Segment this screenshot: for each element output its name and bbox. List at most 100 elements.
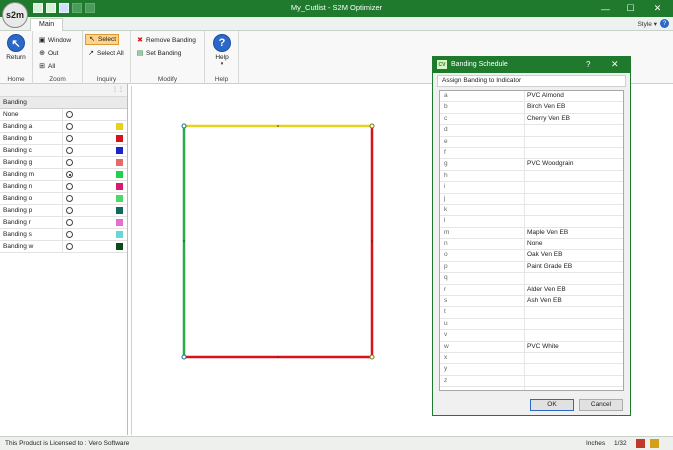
banding-radio[interactable] — [66, 207, 73, 214]
cancel-button[interactable]: Cancel — [579, 399, 623, 411]
schedule-row[interactable]: w PVC White — [440, 342, 623, 353]
minimize-icon[interactable]: — — [594, 0, 617, 17]
banding-assignment[interactable]: Ash Ven EB — [527, 297, 562, 304]
schedule-row[interactable]: y — [440, 364, 623, 376]
schedule-row[interactable]: i — [440, 182, 623, 194]
zoom-all-button[interactable]: ⊞ All — [36, 61, 57, 72]
banding-row[interactable]: Banding r — [0, 217, 127, 229]
indicator-key: a — [444, 92, 448, 99]
select-button[interactable]: ↖ Select — [85, 34, 120, 45]
app-logo[interactable]: s2m — [2, 2, 28, 28]
schedule-row[interactable]: r Alder Ven EB — [440, 285, 623, 297]
select-all-button[interactable]: ↗ Select All — [85, 48, 126, 59]
banding-row[interactable]: Banding g — [0, 157, 127, 169]
banding-radio[interactable] — [66, 135, 73, 142]
banding-row[interactable]: Banding a — [0, 121, 127, 133]
schedule-row[interactable]: d — [440, 125, 623, 137]
dialog-help-icon[interactable]: ? — [586, 60, 590, 69]
indicator-key: w — [444, 342, 449, 350]
schedule-row[interactable]: t — [440, 307, 623, 319]
banding-assignment[interactable]: Oak Ven EB — [527, 251, 562, 258]
schedule-row[interactable]: s Ash Ven EB — [440, 296, 623, 308]
window-close-icon[interactable]: ✕ — [646, 0, 669, 17]
banding-row[interactable]: Banding n — [0, 181, 127, 193]
schedule-row[interactable]: c Cherry Ven EB — [440, 114, 623, 126]
maximize-icon[interactable]: ☐ — [619, 0, 642, 17]
indicator-key: u — [444, 319, 448, 327]
schedule-row[interactable]: b Birch Ven EB — [440, 102, 623, 114]
help-icon[interactable]: ? — [660, 19, 669, 28]
banding-assignment[interactable]: None — [527, 240, 543, 247]
banding-row[interactable]: Banding m — [0, 169, 127, 181]
schedule-row[interactable]: e — [440, 137, 623, 148]
corner-handle[interactable] — [181, 354, 187, 360]
schedule-row[interactable]: a PVC Almond — [440, 91, 623, 103]
units-indicator[interactable]: Inches — [586, 440, 605, 447]
banding-row[interactable]: Banding s — [0, 229, 127, 241]
banding-assignment[interactable]: PVC White — [527, 343, 559, 350]
banding-radio[interactable] — [66, 147, 73, 154]
banding-name: Banding w — [3, 243, 34, 250]
schedule-row[interactable]: f — [440, 148, 623, 160]
schedule-row[interactable]: g PVC Woodgrain — [440, 159, 623, 171]
banding-row[interactable]: Banding w — [0, 241, 127, 253]
column-divider — [62, 217, 63, 229]
corner-handle[interactable] — [369, 123, 375, 129]
schedule-row[interactable]: u — [440, 319, 623, 331]
banding-assignment[interactable]: Paint Grade EB — [527, 263, 572, 270]
banding-color-swatch — [116, 243, 123, 250]
return-button[interactable]: ↖ Return — [2, 34, 30, 61]
banding-radio[interactable] — [66, 159, 73, 166]
remove-banding-button[interactable]: ✖ Remove Banding — [134, 35, 198, 46]
schedule-row[interactable]: j — [440, 194, 623, 205]
banding-radio[interactable] — [66, 231, 73, 238]
banding-radio[interactable] — [66, 219, 73, 226]
set-banding-button[interactable]: ▤ Set Banding — [134, 48, 183, 59]
ok-button[interactable]: OK — [530, 399, 574, 411]
banding-assignment[interactable]: Maple Ven EB — [527, 229, 568, 236]
schedule-row[interactable]: k — [440, 205, 623, 217]
panel-grip-icon[interactable]: ⋮⋮ — [112, 86, 124, 93]
help-button[interactable]: ? Help ▾ — [208, 34, 236, 67]
banding-row[interactable]: None — [0, 109, 127, 121]
schedule-row[interactable]: p Paint Grade EB — [440, 262, 623, 274]
banding-radio[interactable] — [66, 171, 73, 178]
schedule-row[interactable]: o Oak Ven EB — [440, 250, 623, 262]
banding-radio[interactable] — [66, 123, 73, 130]
banding-row[interactable]: Banding c — [0, 145, 127, 157]
banding-assignment[interactable]: Alder Ven EB — [527, 286, 566, 293]
schedule-row[interactable]: n None — [440, 239, 623, 251]
banding-row[interactable]: Banding p — [0, 205, 127, 217]
zoom-window-button[interactable]: ▣ Window — [36, 35, 73, 46]
schedule-row[interactable]: h — [440, 171, 623, 183]
banding-assignment[interactable]: Cherry Ven EB — [527, 115, 570, 122]
banding-assignment[interactable]: PVC Woodgrain — [527, 160, 574, 167]
banding-radio[interactable] — [66, 183, 73, 190]
banding-name: Banding p — [3, 207, 33, 214]
schedule-row[interactable]: q — [440, 273, 623, 285]
corner-handle[interactable] — [369, 354, 375, 360]
settings-icon[interactable] — [650, 439, 659, 448]
fraction-indicator[interactable]: 1/32 — [614, 440, 627, 447]
banding-radio[interactable] — [66, 243, 73, 250]
schedule-row[interactable]: z — [440, 376, 623, 388]
schedule-row[interactable]: m Maple Ven EB — [440, 228, 623, 240]
banding-row[interactable]: Banding b — [0, 133, 127, 145]
corner-handle[interactable] — [181, 123, 187, 129]
banding-assignment[interactable]: Birch Ven EB — [527, 103, 565, 110]
indicator-key: o — [444, 251, 448, 259]
banding-assignment[interactable]: PVC Almond — [527, 92, 564, 99]
banding-radio[interactable] — [66, 195, 73, 202]
banding-radio[interactable] — [66, 111, 73, 118]
edge-midpoint — [371, 240, 373, 242]
zoom-out-button[interactable]: ⊕ Out — [36, 48, 60, 59]
dialog-close-icon[interactable]: ✕ — [611, 59, 619, 70]
schedule-row[interactable]: l — [440, 216, 623, 228]
schedule-row[interactable]: x — [440, 353, 623, 365]
style-menu[interactable]: Style ▾ — [637, 20, 657, 28]
banding-row[interactable]: Banding o — [0, 193, 127, 205]
tab-main[interactable]: Main — [30, 18, 64, 32]
schedule-row[interactable]: v — [440, 330, 623, 342]
grid-icon[interactable] — [636, 439, 645, 448]
group-label-modify: Modify — [157, 76, 178, 83]
